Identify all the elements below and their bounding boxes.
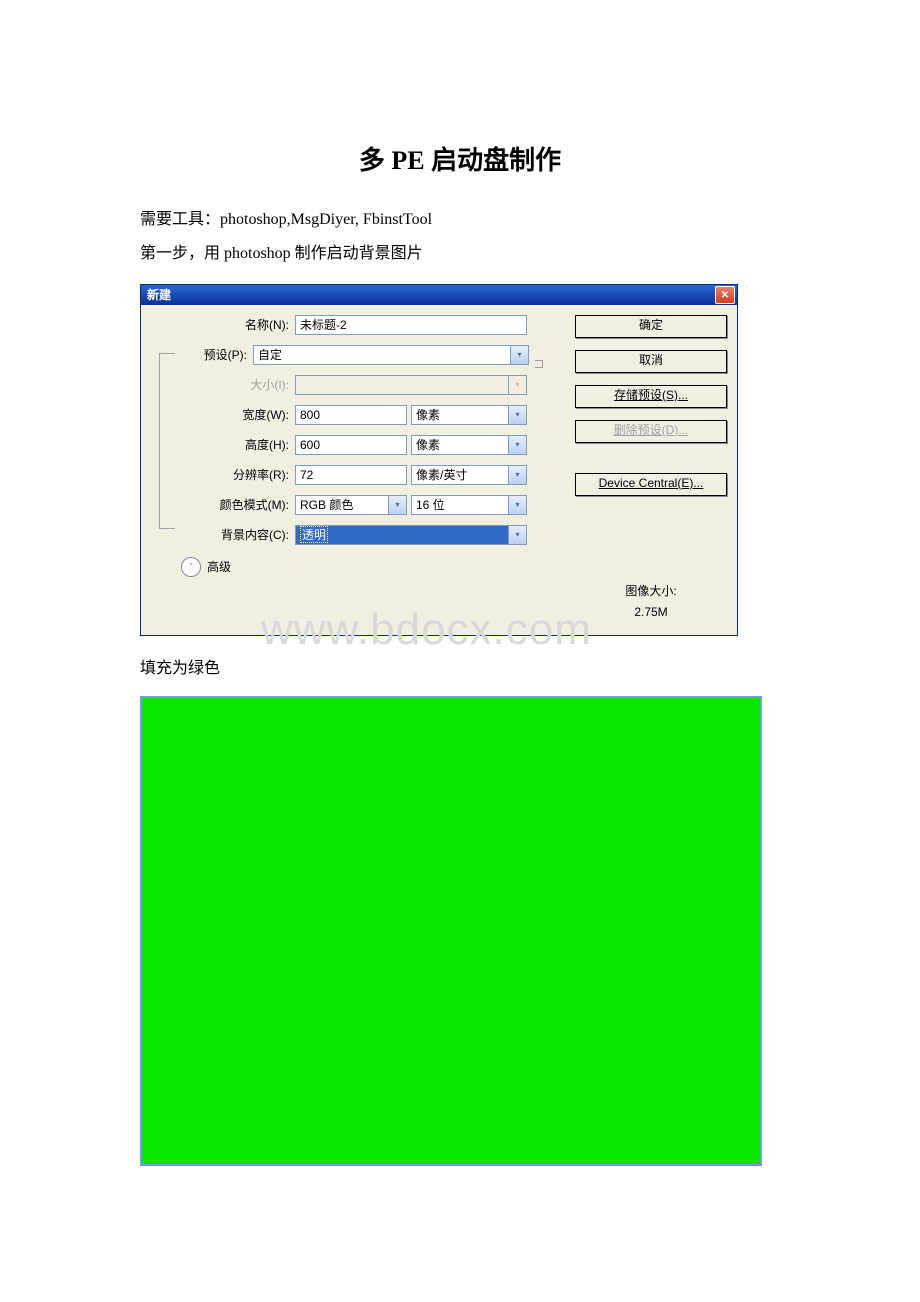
color-mode-value: RGB 颜色 (300, 496, 353, 513)
label-bg-content: 背景内容(C): (141, 526, 295, 543)
label-height: 高度(H): (141, 436, 295, 453)
name-input[interactable] (295, 315, 527, 335)
resolution-unit-select[interactable]: 像素/英寸 ▾ (411, 465, 527, 485)
width-unit-select[interactable]: 像素 ▾ (411, 405, 527, 425)
preset-select[interactable]: 自定 ▾ (253, 345, 529, 365)
chevron-down-icon[interactable]: ▾ (508, 436, 526, 454)
label-preset: 预设(P): (141, 346, 253, 363)
size-select: ▾ (295, 375, 527, 395)
height-unit-select[interactable]: 像素 ▾ (411, 435, 527, 455)
chevron-down-icon[interactable]: ▾ (508, 406, 526, 424)
chevron-down-icon[interactable]: ▾ (388, 496, 406, 514)
step-1-line: 第一步，用 photoshop 制作启动背景图片 (140, 239, 780, 269)
chevron-down-icon[interactable]: ▾ (508, 496, 526, 514)
chevron-down-icon[interactable]: ▾ (510, 346, 528, 364)
fill-green-text: 填充为绿色 (140, 654, 780, 684)
height-unit: 像素 (416, 436, 440, 453)
cancel-button[interactable]: 取消 (575, 350, 727, 373)
expand-advanced-icon[interactable]: ˇ (181, 557, 201, 577)
label-color-mode: 颜色模式(M): (141, 496, 295, 513)
photoshop-new-dialog: 新建 ✕ 名称(N): 预设(P): 自定 ▾ (140, 284, 738, 636)
bg-content-value: 透明 (300, 526, 328, 543)
color-depth-select[interactable]: 16 位 ▾ (411, 495, 527, 515)
close-icon[interactable]: ✕ (715, 286, 735, 304)
document-title: 多 PE 启动盘制作 (140, 140, 780, 177)
resolution-unit: 像素/英寸 (416, 466, 467, 483)
chevron-down-icon[interactable]: ▾ (508, 466, 526, 484)
label-width: 宽度(W): (141, 406, 295, 423)
label-resolution: 分辨率(R): (141, 466, 295, 483)
advanced-toggle-row[interactable]: ˇ 高级 (181, 557, 567, 577)
device-central-button[interactable]: Device Central(E)... (575, 473, 727, 496)
chevron-down-icon: ▾ (508, 376, 526, 394)
ok-button[interactable]: 确定 (575, 315, 727, 338)
label-advanced: 高级 (207, 558, 231, 575)
dialog-titlebar[interactable]: 新建 ✕ (141, 285, 737, 305)
image-size-label: 图像大小: (575, 582, 727, 599)
chevron-down-icon[interactable]: ▾ (508, 526, 526, 544)
color-mode-select[interactable]: RGB 颜色 ▾ (295, 495, 407, 515)
label-name: 名称(N): (141, 316, 295, 333)
dialog-title-text: 新建 (147, 286, 171, 303)
delete-preset-button: 删除预设(D)... (575, 420, 727, 443)
color-depth-value: 16 位 (416, 496, 445, 513)
bg-content-select[interactable]: 透明 ▾ (295, 525, 527, 545)
tools-line: 需要工具：photoshop,MsgDiyer, FbinstTool (140, 205, 780, 235)
height-input[interactable] (295, 435, 407, 455)
save-preset-button[interactable]: 存储预设(S)... (575, 385, 727, 408)
resolution-input[interactable] (295, 465, 407, 485)
image-size-value: 2.75M (575, 605, 727, 619)
width-unit: 像素 (416, 406, 440, 423)
watermark-text: www.bdocx.com (261, 605, 592, 655)
green-canvas (140, 696, 762, 1166)
preset-value: 自定 (258, 346, 282, 363)
label-size: 大小(I): (141, 376, 295, 393)
width-input[interactable] (295, 405, 407, 425)
